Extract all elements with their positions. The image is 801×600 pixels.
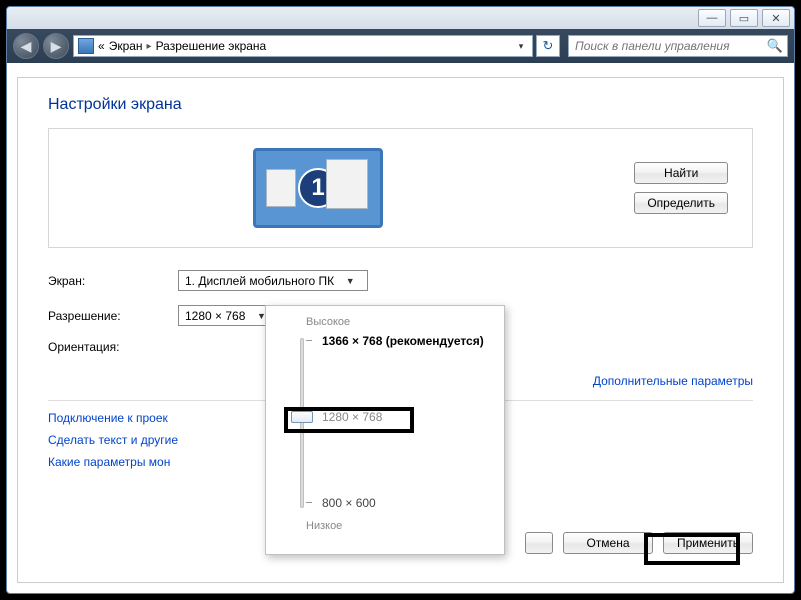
cancel-button[interactable]: Отмена (563, 532, 653, 554)
navigation-bar: ◀ ▶ « Экран ▸ Разрешение экрана ▾ ↻ 🔍 (7, 29, 794, 63)
resolution-dropdown-value: 1280 × 768 (185, 309, 245, 323)
orientation-label: Ориентация: (48, 340, 178, 354)
monitor-preview-box: 1 Найти Определить (48, 128, 753, 248)
titlebar: — ▭ ✕ (7, 7, 794, 29)
resolution-popup: Высокое 1366 × 768 (рекомендуется) 1280 … (265, 305, 505, 555)
preview-window-icon (266, 169, 296, 207)
forward-button[interactable]: ▶ (43, 33, 69, 59)
search-icon: 🔍 (767, 38, 783, 54)
preview-window-icon (326, 159, 368, 209)
search-input[interactable] (573, 38, 767, 54)
address-bar[interactable]: « Экран ▸ Разрешение экрана ▾ (73, 35, 533, 57)
slider-tick (306, 502, 312, 503)
minimize-button[interactable]: — (698, 9, 726, 27)
control-panel-icon (78, 38, 94, 54)
window: — ▭ ✕ ◀ ▶ « Экран ▸ Разрешение экрана ▾ … (6, 6, 795, 594)
breadcrumb-item[interactable]: Экран (109, 39, 143, 53)
refresh-button[interactable]: ↻ (536, 35, 560, 57)
identify-button[interactable]: Определить (634, 192, 728, 214)
screen-label: Экран: (48, 274, 178, 288)
screen-dropdown-value: 1. Дисплей мобильного ПК (185, 274, 334, 288)
screen-dropdown[interactable]: 1. Дисплей мобильного ПК ▼ (178, 270, 368, 291)
dialog-buttons: Отмена Применить (525, 532, 753, 554)
slider-low-label: Низкое (306, 520, 490, 532)
find-button[interactable]: Найти (634, 162, 728, 184)
search-box[interactable]: 🔍 (568, 35, 788, 57)
resolution-option-recommended: 1366 × 768 (рекомендуется) (322, 334, 484, 348)
breadcrumb-prefix: « (98, 39, 105, 53)
resolution-option: 800 × 600 (322, 496, 376, 510)
page-title: Настройки экрана (48, 96, 753, 114)
resolution-slider[interactable]: 1366 × 768 (рекомендуется) 1280 × 768 80… (280, 334, 490, 514)
screen-row: Экран: 1. Дисплей мобильного ПК ▼ (48, 270, 753, 291)
close-button[interactable]: ✕ (762, 9, 790, 27)
resolution-option-current: 1280 × 768 (322, 410, 382, 424)
back-button[interactable]: ◀ (13, 33, 39, 59)
maximize-button[interactable]: ▭ (730, 9, 758, 27)
slider-track (300, 338, 304, 508)
ok-button[interactable] (525, 532, 553, 554)
breadcrumb-item[interactable]: Разрешение экрана (156, 39, 267, 53)
resolution-label: Разрешение: (48, 309, 178, 323)
monitor-thumbnail[interactable]: 1 (253, 148, 383, 228)
resolution-dropdown[interactable]: 1280 × 768 ▼ (178, 305, 276, 326)
slider-thumb[interactable] (291, 411, 313, 423)
slider-tick (306, 340, 312, 341)
address-dropdown[interactable]: ▾ (514, 36, 528, 56)
apply-button[interactable]: Применить (663, 532, 753, 554)
breadcrumb-separator: ▸ (147, 41, 152, 52)
slider-high-label: Высокое (306, 316, 490, 328)
chevron-down-icon: ▼ (342, 273, 358, 289)
